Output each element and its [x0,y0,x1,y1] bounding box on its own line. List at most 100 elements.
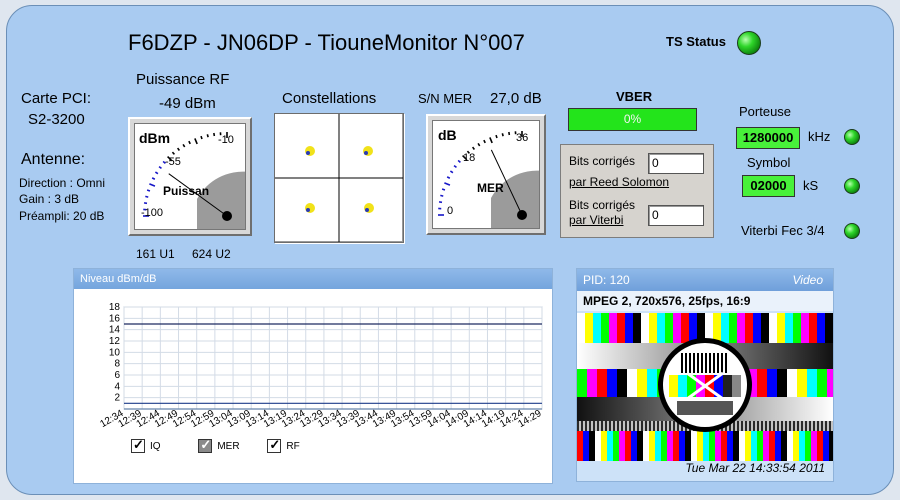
viterbi-value-field[interactable]: 0 [648,205,704,226]
rf-u1: 161 U1 [136,247,175,261]
rf-meter-tick-high: -10 [218,134,234,146]
mer-meter-gauge-area [491,170,539,228]
color-bar [577,431,583,461]
symbol-led [844,178,860,194]
vber-title: VBER [616,89,653,104]
viterbi-fec-led [844,223,860,239]
color-bar [689,313,697,343]
antenna-gain: Gain : 3 dB [19,192,80,206]
rs-link-text[interactable]: par Reed Solomon [569,175,669,189]
gauge-tick [176,147,181,151]
color-bar [665,313,673,343]
y-tick-label: 4 [114,381,120,392]
vber-bar: 0% [568,108,697,131]
color-bar [757,431,763,461]
viterbi-link-text[interactable]: par Viterbi [569,213,623,227]
color-bar [727,431,733,461]
card-label: Carte PCI: [21,90,92,107]
symbol-unit: kS [803,178,819,193]
gauge-tick [145,195,149,198]
legend-mer-checkbox[interactable] [198,437,213,453]
color-bar [667,431,673,461]
color-bar [729,313,737,343]
constellation-panel [274,113,404,243]
gauge-tick [200,135,203,140]
color-bar [691,431,697,461]
gauge-tick [182,143,186,148]
color-bar [801,313,809,343]
gauge-tick [146,189,151,192]
legend-rf-checkbox[interactable] [267,437,282,453]
symbol-value[interactable]: 02000 [742,175,795,197]
y-tick-label: 6 [114,370,120,381]
carrier-label: Porteuse [739,104,792,119]
constellation-title: Constellations [282,90,377,107]
color-bar [751,431,757,461]
video-timestamp: Tue Mar 22 14:33:54 2011 [685,461,825,475]
constellation-point-4 [364,203,374,213]
color-bar [799,431,805,461]
y-tick-label: 14 [109,325,121,336]
color-bar [643,431,649,461]
color-bar [809,313,817,343]
color-bar [713,313,721,343]
color-bar [637,431,643,461]
viterbi-fec-label: Viterbi Fec 3/4 [741,223,825,238]
color-bar [787,431,793,461]
ts-status-led [737,31,761,55]
color-bar [827,369,833,397]
legend-iq[interactable]: IQ [131,437,161,453]
color-bar [721,431,727,461]
carrier-value[interactable]: 1280000 [736,127,800,149]
mer-meter-title: S/N MER [418,91,473,106]
color-bar [721,313,729,343]
level-chart-legend: IQ MER RF [131,437,300,453]
color-bar [785,313,793,343]
page-title: F6DZP - JN06DP - TiouneMonitor N°007 [128,30,525,55]
color-bar [769,313,777,343]
legend-mer[interactable]: MER [198,437,240,453]
rs-link[interactable]: par Reed Solomon [569,175,669,189]
gauge-tick [154,171,159,175]
gauge-tick [457,159,461,164]
antenna-preamp: Préampli: 20 dB [19,209,105,223]
gauge-tick [206,134,209,138]
gauge-tick [471,146,476,150]
color-bar [709,431,715,461]
legend-rf[interactable]: RF [267,437,300,453]
color-bar [739,431,745,461]
video-format: MPEG 2, 720x576, 25fps, 16:9 [577,291,833,311]
rf-meter-tick-low: -100 [141,207,164,219]
color-bar [633,313,641,343]
color-bar [661,431,667,461]
gauge-tick [149,183,156,187]
gauge-tick [171,151,176,155]
color-bar [781,431,787,461]
rs-label: Bits corrigés [569,154,636,168]
color-bar [597,369,607,397]
mer-meter-tick-low: 0 [447,205,454,217]
gauge-tick [446,176,451,179]
gauge-tick [444,182,451,186]
color-bar [673,313,681,343]
mer-meter: dB 36 18 0 MER [426,114,546,235]
color-bar [627,369,637,397]
color-bar [753,313,761,343]
viterbi-label: Bits corrigés [569,198,636,212]
color-bar [777,369,787,397]
color-bar [619,431,625,461]
color-bar [625,431,631,461]
color-bar [681,313,689,343]
color-bar [777,313,785,343]
antenna-title: Antenne: [21,151,86,168]
viterbi-link[interactable]: par Viterbi [569,213,623,227]
mer-meter-tick-mid: 18 [463,152,476,164]
rs-value-field[interactable]: 0 [648,153,704,174]
color-bar [625,313,633,343]
legend-iq-checkbox[interactable] [131,437,145,453]
color-bar [761,313,769,343]
gauge-tick [483,139,486,144]
gauge-tick [501,133,504,137]
color-bar [649,313,657,343]
carrier-led [844,129,860,145]
